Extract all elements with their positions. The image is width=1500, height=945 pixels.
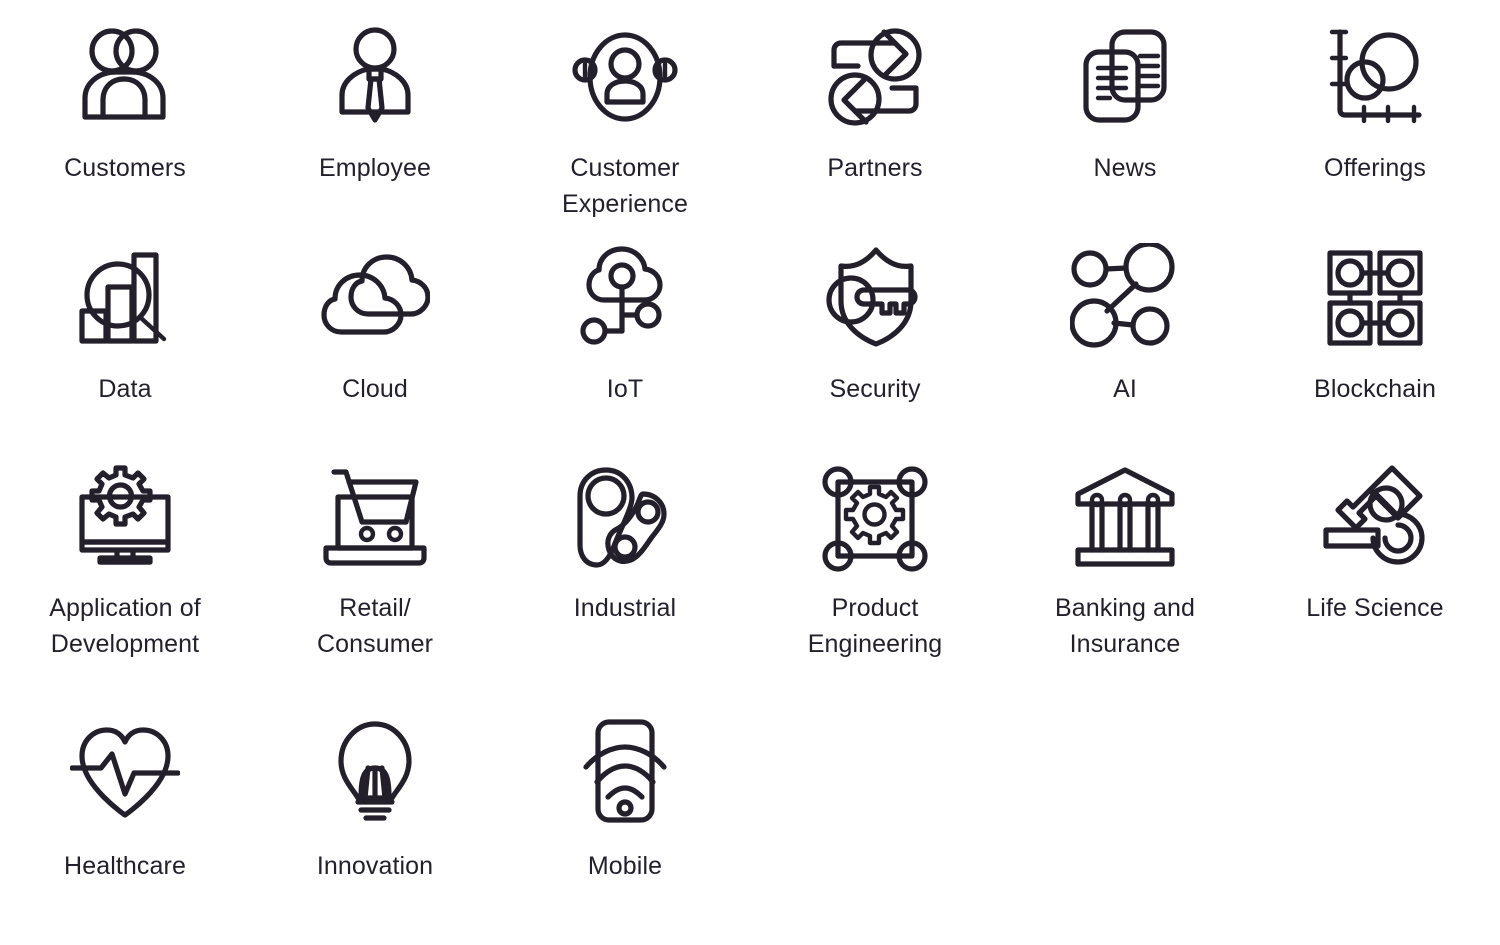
neural-nodes-icon — [1070, 243, 1180, 353]
icon-tile-partners[interactable]: Partners — [750, 0, 1000, 221]
icon-label: Banking and Insurance — [1055, 590, 1195, 662]
chart-circles-icon — [1320, 22, 1430, 132]
icon-label: Innovation — [316, 852, 434, 880]
microscope-icon — [1320, 464, 1430, 574]
icon-label: Customer Experience — [562, 150, 688, 222]
icon-label-line2: Development — [50, 630, 200, 658]
icon-tile-industrial[interactable]: Industrial — [500, 442, 750, 696]
icon-label: Cloud — [342, 375, 408, 403]
bar-chart-magnifier-icon — [70, 243, 180, 353]
linked-blocks-icon — [1320, 243, 1430, 353]
icon-label: Mobile — [587, 852, 663, 880]
icon-tile-ai[interactable]: AI — [1000, 221, 1250, 442]
lightbulb-icon — [320, 718, 430, 828]
icon-label: Customers — [64, 154, 186, 182]
person-with-tie-icon — [320, 22, 430, 132]
icon-label: Blockchain — [1314, 375, 1436, 403]
two-people-icon — [70, 22, 180, 132]
icon-label-line2: Insurance — [1069, 630, 1181, 658]
icon-label: Offerings — [1324, 154, 1426, 182]
icon-label: Data — [98, 375, 152, 403]
gear-in-frame-icon — [820, 464, 930, 574]
icon-tile-iot[interactable]: IoT — [500, 221, 750, 442]
phone-signal-icon — [570, 718, 680, 828]
person-in-circle-icon — [570, 22, 680, 132]
icon-tile-cloud[interactable]: Cloud — [250, 221, 500, 442]
icon-grid: Customers Employee Customer Experience P… — [0, 0, 1500, 945]
pulley-belt-icon — [570, 464, 680, 574]
icon-label: Employee — [319, 154, 431, 182]
icon-label: Life Science — [1306, 594, 1444, 622]
laptop-cart-icon — [320, 464, 430, 574]
exchange-arrows-icon — [820, 22, 930, 132]
heart-pulse-icon — [70, 718, 180, 828]
icon-tile-banking-and-insurance[interactable]: Banking and Insurance — [1000, 442, 1250, 696]
icon-tile-product-engineering[interactable]: Product Engineering — [750, 442, 1000, 696]
icon-tile-innovation[interactable]: Innovation — [250, 696, 500, 945]
icon-label-line2: Consumer — [316, 630, 434, 658]
documents-icon — [1070, 22, 1180, 132]
icon-label-line2: Experience — [561, 190, 689, 218]
icon-tile-news[interactable]: News — [1000, 0, 1250, 221]
icon-tile-mobile[interactable]: Mobile — [500, 696, 750, 945]
icon-tile-offerings[interactable]: Offerings — [1250, 0, 1500, 221]
icon-label-line1: Product — [831, 594, 919, 622]
icon-label: Retail/ Consumer — [317, 590, 433, 662]
icon-label: News — [1093, 154, 1157, 182]
icon-tile-data[interactable]: Data — [0, 221, 250, 442]
icon-tile-customers[interactable]: Customers — [0, 0, 250, 221]
icon-label-line2: Engineering — [807, 630, 943, 658]
icon-tile-life-science[interactable]: Life Science — [1250, 442, 1500, 696]
icon-label: Healthcare — [64, 852, 186, 880]
icon-label-line1: Customer — [570, 154, 680, 182]
icon-label: Product Engineering — [808, 590, 943, 662]
icon-tile-customer-experience[interactable]: Customer Experience — [500, 0, 750, 221]
icon-tile-healthcare[interactable]: Healthcare — [0, 696, 250, 945]
cloud-icon — [320, 243, 430, 353]
icon-label: Application of Development — [49, 590, 201, 662]
icon-label: Security — [829, 375, 921, 403]
icon-tile-blockchain[interactable]: Blockchain — [1250, 221, 1500, 442]
icon-label-line1: Application of — [49, 594, 201, 622]
shield-key-icon — [820, 243, 930, 353]
monitor-gear-icon — [70, 464, 180, 574]
icon-label: AI — [1113, 375, 1137, 403]
icon-label-line1: Retail/ — [339, 594, 411, 622]
icon-tile-application-of-development[interactable]: Application of Development — [0, 442, 250, 696]
bank-building-icon — [1070, 464, 1180, 574]
icon-tile-employee[interactable]: Employee — [250, 0, 500, 221]
icon-tile-security[interactable]: Security — [750, 221, 1000, 442]
icon-label: Industrial — [573, 594, 677, 622]
icon-tile-retail-consumer[interactable]: Retail/ Consumer — [250, 442, 500, 696]
cloud-network-icon — [570, 243, 680, 353]
icon-label-line1: Banking and — [1054, 594, 1196, 622]
icon-label: Partners — [827, 154, 923, 182]
icon-label: IoT — [606, 375, 644, 403]
